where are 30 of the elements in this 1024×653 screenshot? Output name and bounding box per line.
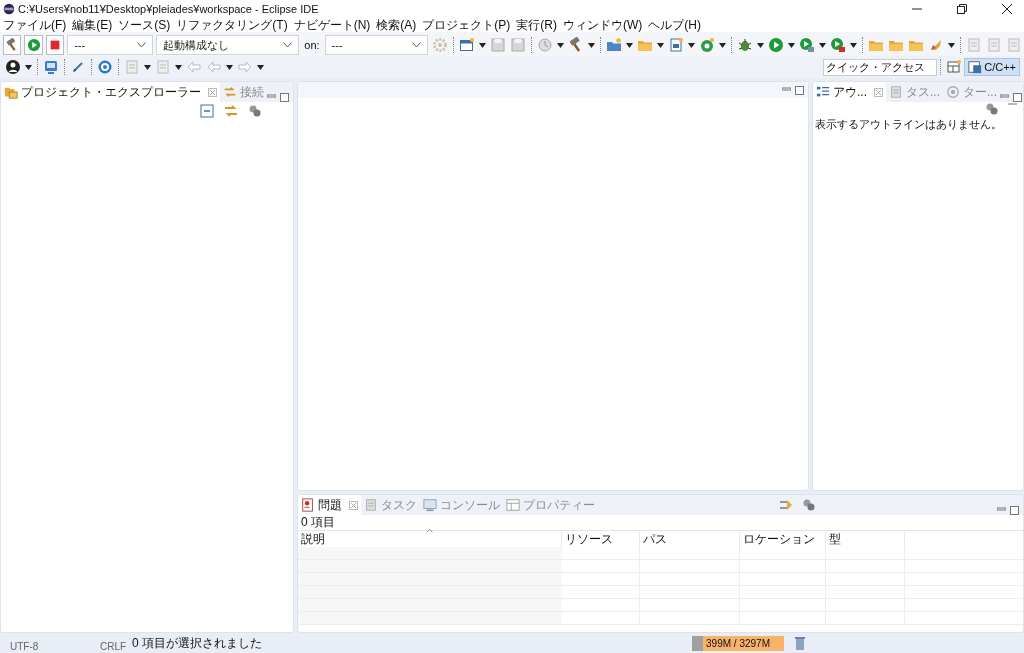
column-header[interactable]: リソース — [562, 531, 640, 547]
dropdown[interactable]: --- — [324, 35, 428, 55]
menu-item[interactable]: ヘルプ(H) — [648, 18, 701, 32]
menu-item[interactable]: ナビゲート(N) — [293, 18, 371, 32]
menu-item[interactable]: ウィンドウ(W) — [563, 18, 643, 32]
menu-item[interactable]: ソース(S) — [118, 18, 171, 32]
line-ending-label: CRLF — [99, 639, 128, 653]
menu-item[interactable]: 編集(E) — [72, 18, 113, 32]
view-tab[interactable]: アウ... — [813, 82, 886, 102]
on-label: on: — [304, 37, 320, 53]
dropdown[interactable]: --- — [67, 35, 153, 55]
heap-text: 399M / 3297M — [706, 636, 770, 651]
quick-access-field[interactable]: クイック・アクセス — [823, 58, 938, 76]
menu-item[interactable]: 検索(A) — [376, 18, 417, 32]
window-title: C:¥Users¥nob11¥Desktop¥pleiades¥workspace - Eclipse IDE — [18, 1, 319, 17]
menu-item[interactable]: リファクタリング(T) — [176, 18, 288, 32]
menu-item[interactable]: ファイル(F) — [3, 18, 67, 32]
perspective-button[interactable]: C/C++ — [964, 58, 1020, 76]
view-tab[interactable]: プロジェクト・エクスプローラー — [1, 82, 220, 102]
menu-item[interactable]: 実行(R) — [516, 18, 557, 32]
view-tab[interactable]: 問題 — [298, 495, 361, 515]
column-header[interactable]: パス — [640, 531, 740, 547]
item-count: 0 項目 — [300, 515, 336, 530]
empty-message: 表示するアウトラインはありません。 — [814, 117, 1003, 132]
dropdown[interactable]: 起動構成なし — [156, 35, 300, 55]
column-header[interactable]: ロケーション — [740, 531, 826, 547]
column-header[interactable]: 型 — [826, 531, 905, 547]
encoding-label: UTF-8 — [9, 639, 40, 653]
status-message: 0 項目が選択されました — [132, 635, 262, 652]
menu-item[interactable]: プロジェクト(P) — [422, 18, 511, 32]
